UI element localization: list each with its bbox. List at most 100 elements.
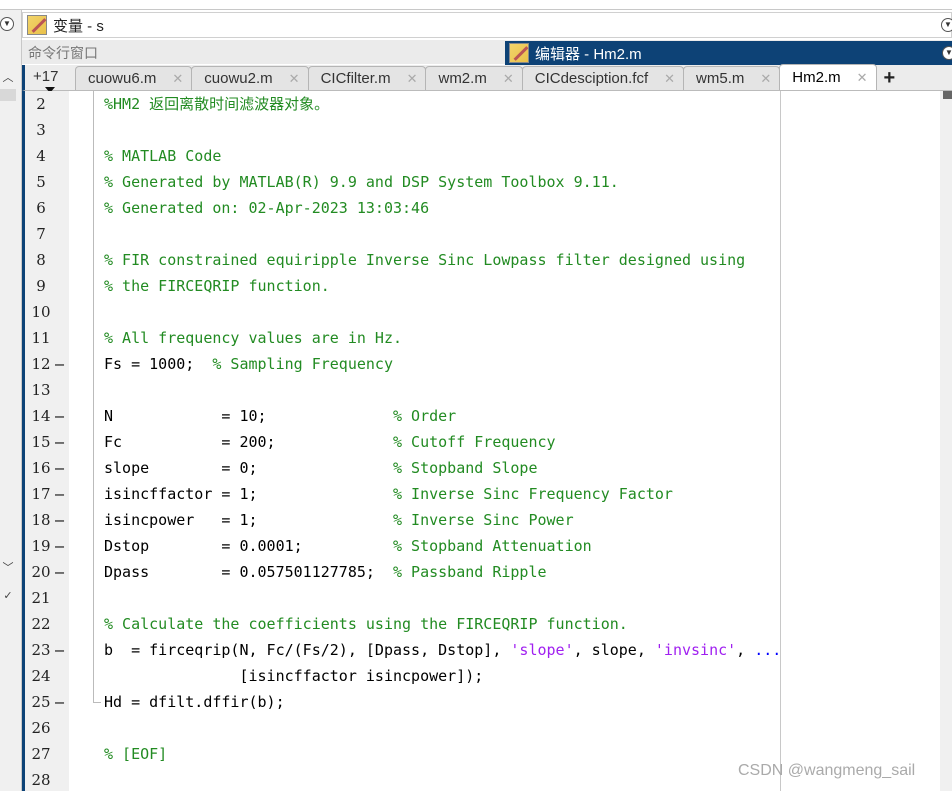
code-token: Fs = 1000; bbox=[104, 355, 213, 373]
code-line[interactable]: 7 bbox=[25, 221, 940, 247]
add-tab-icon[interactable]: + bbox=[884, 66, 896, 90]
breakpoint-marker[interactable]: — bbox=[55, 351, 64, 377]
tab-cicdesciption-fcf[interactable]: CICdesciption.fcf ✕ bbox=[521, 66, 685, 90]
line-number: 8 bbox=[36, 251, 46, 269]
close-tab-icon[interactable]: ✕ bbox=[172, 71, 183, 87]
line-number: 24 bbox=[31, 667, 51, 685]
code-line[interactable]: 25— Hd = dfilt.dffir(b); bbox=[25, 689, 940, 715]
code-line[interactable]: 14— N = 10; % Order bbox=[25, 403, 940, 429]
code-line[interactable]: 21 bbox=[25, 585, 940, 611]
code-token: slope = 0; bbox=[104, 459, 393, 477]
code-line[interactable]: 15— Fc = 200; % Cutoff Frequency bbox=[25, 429, 940, 455]
code-token: Dstop = 0.0001; bbox=[104, 537, 393, 555]
code-line[interactable]: 12— Fs = 1000; % Sampling Frequency bbox=[25, 351, 940, 377]
code-line[interactable]: 23— b = firceqrip(N, Fc/(Fs/2), [Dpass, D… bbox=[25, 637, 940, 663]
tab-cuowu6-m[interactable]: cuowu6.m ✕ bbox=[75, 66, 193, 90]
check-icon[interactable]: ✓ bbox=[0, 588, 16, 604]
watermark: CSDN @wangmeng_sail bbox=[738, 762, 916, 779]
line-number: 16 bbox=[31, 459, 51, 477]
code-text: % All frequency values are in Hz. bbox=[104, 325, 402, 351]
line-number: 10 bbox=[31, 303, 51, 321]
breakpoint-marker[interactable]: — bbox=[55, 689, 64, 715]
code-line[interactable]: 9 % the FIRCEQRIP function. bbox=[25, 273, 940, 299]
scroll-down-icon[interactable]: ﹀ bbox=[0, 560, 16, 576]
more-tabs-label: +17 bbox=[33, 68, 59, 85]
tab-label: CICdesciption.fcf bbox=[534, 70, 649, 87]
code-token: % Stopband Slope bbox=[392, 459, 538, 477]
code-line[interactable]: 17— isincffactor = 1; % Inverse Sinc Freq… bbox=[25, 481, 940, 507]
line-number: 14 bbox=[31, 407, 51, 425]
variables-panel-titlebar[interactable]: 变量 - s ▼ bbox=[22, 12, 952, 38]
panel-menu-icon[interactable]: ▼ bbox=[0, 17, 14, 31]
code-line[interactable]: 26 bbox=[25, 715, 940, 741]
tab-label: wm5.m bbox=[696, 70, 745, 87]
code-line[interactable]: 16— slope = 0; % Stopband Slope bbox=[25, 455, 940, 481]
scrollbar-thumb[interactable] bbox=[0, 89, 16, 101]
code-line[interactable]: 10 bbox=[25, 299, 940, 325]
editor-menu-icon[interactable]: ▼ bbox=[942, 46, 952, 60]
breakpoint-marker[interactable]: — bbox=[55, 559, 64, 585]
tab-cuowu2-m[interactable]: cuowu2.m ✕ bbox=[191, 66, 309, 90]
code-token: isincpower = 1; bbox=[104, 511, 393, 529]
code-token: 'slope' bbox=[510, 641, 574, 659]
code-token: % All frequency values are in Hz. bbox=[104, 329, 403, 347]
tab-label: cuowu2.m bbox=[204, 70, 273, 87]
tab-wm2-m[interactable]: wm2.m ✕ bbox=[425, 66, 523, 90]
line-number: 5 bbox=[36, 173, 46, 191]
tab-cicfilter-m[interactable]: CICfilter.m ✕ bbox=[307, 66, 427, 90]
code-token: % the FIRCEQRIP function. bbox=[104, 277, 330, 295]
close-tab-icon[interactable]: ✕ bbox=[760, 71, 771, 87]
code-line[interactable]: 22 % Calculate the coefficients using the… bbox=[25, 611, 940, 637]
line-number: 15 bbox=[31, 433, 51, 451]
tab-hm2-m[interactable]: Hm2.m ✕ bbox=[779, 64, 877, 90]
editor-titlebar[interactable]: 编辑器 - Hm2.m ▼ bbox=[505, 41, 952, 65]
scroll-up-icon[interactable]: ︿ bbox=[0, 70, 16, 86]
code-line[interactable]: 2 %HM2 返回离散时间滤波器对象。 bbox=[25, 91, 940, 117]
close-tab-icon[interactable]: ✕ bbox=[664, 71, 675, 87]
breakpoint-marker[interactable]: — bbox=[55, 429, 64, 455]
line-number: 7 bbox=[36, 225, 46, 243]
tab-label: cuowu6.m bbox=[88, 70, 157, 87]
code-line[interactable]: 6 % Generated on: 02-Apr-2023 13:03:46 bbox=[25, 195, 940, 221]
code-line[interactable]: 18— isincpower = 1; % Inverse Sinc Power bbox=[25, 507, 940, 533]
code-line[interactable]: 24 [isincffactor isincpower]); bbox=[25, 663, 940, 689]
code-token: Fc = 200; bbox=[104, 433, 393, 451]
code-line[interactable]: 20— Dpass = 0.057501127785; % Passband Ri… bbox=[25, 559, 940, 585]
close-tab-icon[interactable]: ✕ bbox=[289, 71, 300, 87]
code-text: b = firceqrip(N, Fc/(Fs/2), [Dpass, Dsto… bbox=[104, 637, 781, 663]
breakpoint-marker[interactable]: — bbox=[55, 481, 64, 507]
breakpoint-marker[interactable]: — bbox=[55, 403, 64, 429]
code-token: % Stopband Attenuation bbox=[392, 537, 592, 555]
code-line[interactable]: 19— Dstop = 0.0001; % Stopband Attenuatio… bbox=[25, 533, 940, 559]
scrollbar-thumb[interactable] bbox=[943, 91, 952, 99]
code-editor[interactable]: 2 %HM2 返回离散时间滤波器对象。 3 4 % MATLAB Code 5 % Gene… bbox=[22, 91, 940, 791]
breakpoint-marker[interactable]: — bbox=[55, 455, 64, 481]
code-token: % Sampling Frequency bbox=[212, 355, 393, 373]
editor-icon bbox=[509, 43, 529, 63]
code-line[interactable]: 13 bbox=[25, 377, 940, 403]
line-number: 18 bbox=[31, 511, 51, 529]
code-text: % [EOF] bbox=[104, 741, 167, 767]
variables-menu-icon[interactable]: ▼ bbox=[941, 18, 952, 32]
breakpoint-marker[interactable]: — bbox=[55, 637, 64, 663]
breakpoint-marker[interactable]: — bbox=[55, 533, 64, 559]
code-text: % Calculate the coefficients using the F… bbox=[104, 611, 628, 637]
code-text: Fs = 1000; % Sampling Frequency bbox=[104, 351, 393, 377]
command-window-title: 命令行窗口 bbox=[28, 45, 98, 61]
code-line[interactable]: 4 % MATLAB Code bbox=[25, 143, 940, 169]
code-text: isincffactor = 1; % Inverse Sinc Frequen… bbox=[104, 481, 673, 507]
close-tab-icon[interactable]: ✕ bbox=[503, 71, 514, 87]
breakpoint-marker[interactable]: — bbox=[55, 507, 64, 533]
code-line[interactable]: 11 % All frequency values are in Hz. bbox=[25, 325, 940, 351]
code-line[interactable]: 8 % FIR constrained equiripple Inverse Si… bbox=[25, 247, 940, 273]
close-tab-icon[interactable]: ✕ bbox=[407, 71, 418, 87]
tab-wm5-m[interactable]: wm5.m ✕ bbox=[683, 66, 781, 90]
code-text: isincpower = 1; % Inverse Sinc Power bbox=[104, 507, 574, 533]
more-tabs-button[interactable]: +17 bbox=[25, 66, 75, 93]
line-number: 23 bbox=[31, 641, 51, 659]
code-line[interactable]: 5 % Generated by MATLAB(R) 9.9 and DSP Sy… bbox=[25, 169, 940, 195]
code-line[interactable]: 3 bbox=[25, 117, 940, 143]
code-token: % FIR constrained equiripple Inverse Sin… bbox=[104, 251, 746, 269]
close-tab-icon[interactable]: ✕ bbox=[857, 70, 868, 86]
vertical-scrollbar[interactable] bbox=[940, 91, 952, 791]
